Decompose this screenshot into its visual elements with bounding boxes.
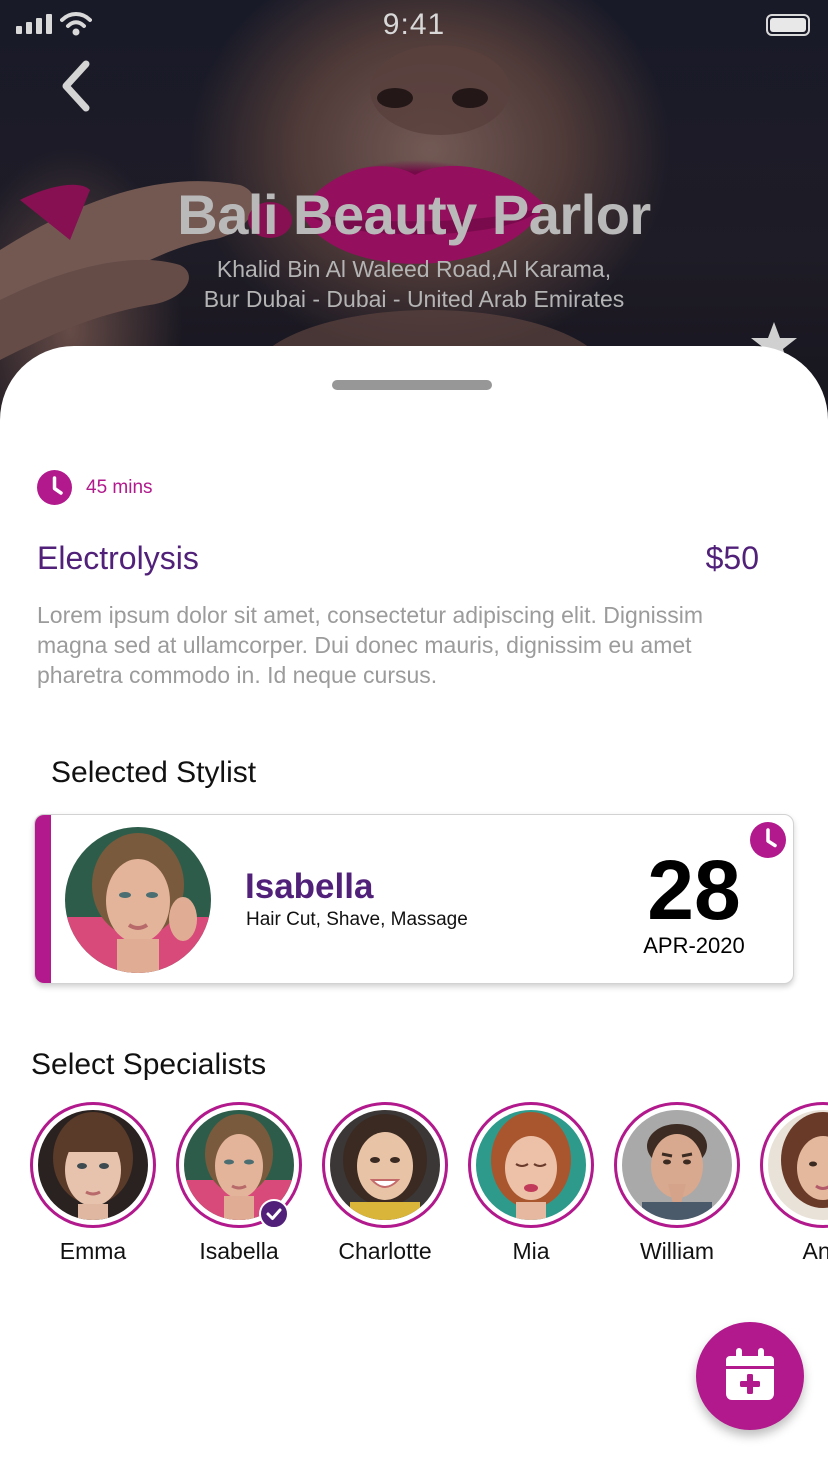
calendar-plus-icon [726,1348,774,1400]
salon-address-line1: Khalid Bin Al Waleed Road,Al Karama, [216,256,612,282]
specialist-avatar [476,1110,586,1220]
specialist-avatar [768,1110,828,1220]
specialist-avatar-ring [760,1102,828,1228]
specialist-mia[interactable]: Mia [468,1102,594,1265]
duration-text: 45 mins [86,476,153,498]
service-description: Lorem ipsum dolor sit amet, consectetur … [37,602,703,688]
chevron-left-icon [62,60,90,112]
sheet-drag-handle[interactable] [332,380,492,390]
specialists-list: Emma Isabella Charlotte Mia William An [30,1102,828,1272]
specialist-avatar [330,1110,440,1220]
book-appointment-button[interactable] [696,1322,804,1430]
service-duration: 45 mins [37,470,153,505]
specialist-name: Emma [59,1238,127,1264]
specialist-ana[interactable]: Ana [760,1102,828,1265]
stylist-services: Hair Cut, Shave, Massage [246,909,468,930]
specialist-avatar [622,1110,732,1220]
stylist-avatar [65,827,211,973]
back-button[interactable] [52,56,102,116]
specialist-name: Ana [802,1238,828,1264]
specialist-avatar-ring [468,1102,594,1228]
specialist-name: William [639,1238,715,1264]
specialist-william[interactable]: William [614,1102,740,1265]
stylist-name: Isabella [245,867,374,906]
appointment-clock-icon [750,822,786,858]
specialist-name: Isabella [199,1238,279,1264]
specialist-emma[interactable]: Emma [30,1102,156,1265]
selected-stylist-card[interactable]: Isabella Hair Cut, Shave, Massage 28 APR… [34,814,794,984]
service-price: $50 [705,540,759,576]
selected-stylist-heading: Selected Stylist [51,756,257,789]
specialist-avatar-ring [30,1102,156,1228]
status-bar: 9:41 [0,0,828,50]
specialist-name: Charlotte [338,1238,432,1264]
select-specialists-heading: Select Specialists [31,1048,267,1081]
specialist-avatar [38,1110,148,1220]
appointment-month-year: APR-2020 [643,933,745,958]
service-name: Electrolysis [37,540,199,576]
appointment-day: 28 [647,843,741,937]
details-sheet: 45 mins Electrolysis $50 Lorem ipsum dol… [0,346,828,1472]
specialist-isabella[interactable]: Isabella [176,1102,302,1265]
status-time: 9:41 [382,8,446,41]
card-accent-bar [35,815,51,983]
specialist-charlotte[interactable]: Charlotte [322,1102,448,1265]
salon-name: Bali Beauty Parlor [177,183,651,246]
specialist-avatar-ring [614,1102,740,1228]
salon-address-line2: Bur Dubai - Dubai - United Arab Emirates [203,286,625,312]
selected-check-icon [259,1199,289,1229]
specialist-name: Mia [512,1238,550,1264]
battery-icon [766,14,810,36]
clock-icon [37,470,72,505]
specialist-avatar-ring [176,1102,302,1229]
specialist-avatar-ring [322,1102,448,1228]
